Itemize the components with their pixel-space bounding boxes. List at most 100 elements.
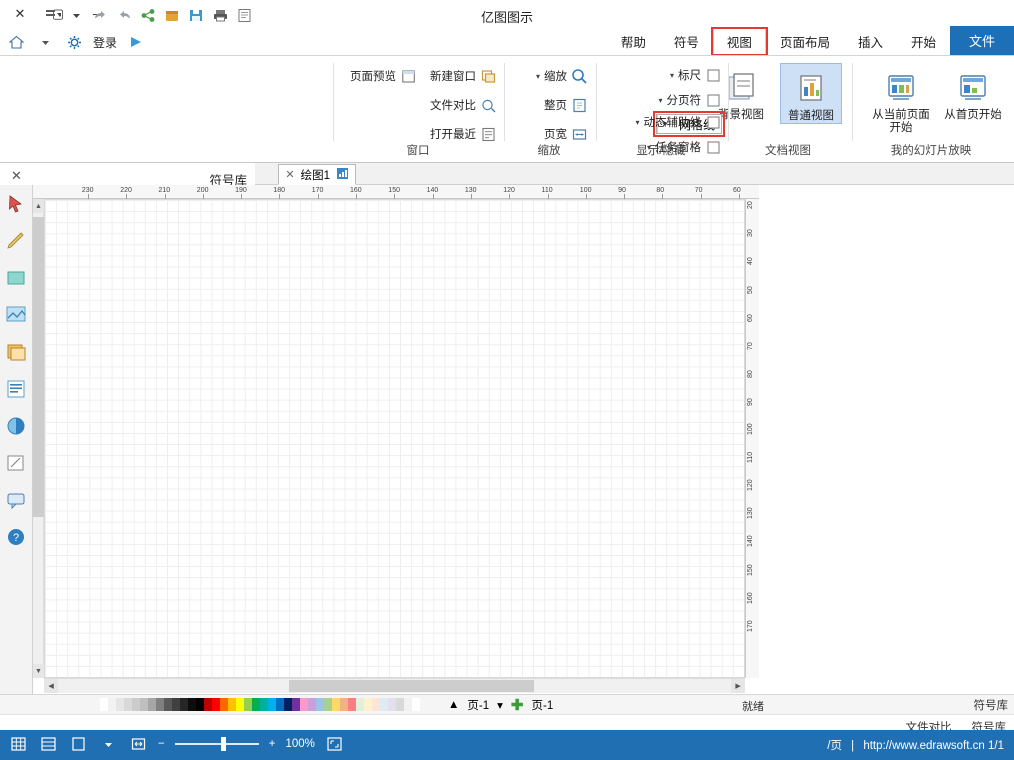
palette-swatch[interactable] [364,698,372,711]
scroll-up-icon[interactable]: ▲ [33,199,44,213]
palette-swatch[interactable] [116,698,124,711]
palette-swatch[interactable] [396,698,404,711]
zoom-slider-thumb[interactable] [220,737,226,751]
scroll-down-icon[interactable]: ▼ [33,664,44,678]
fit-page-button[interactable]: 整页 [536,94,588,116]
palette-swatch[interactable] [212,698,220,711]
fit-icon[interactable] [128,734,148,754]
palette-swatch[interactable] [252,698,260,711]
help-icon[interactable]: ? [0,518,32,555]
palette-swatch[interactable] [316,698,324,711]
palette-swatch[interactable] [244,698,252,711]
palette-swatch[interactable] [332,698,340,711]
palette-swatch[interactable] [380,698,388,711]
palette-swatch[interactable] [268,698,276,711]
symbol-library-tab[interactable]: 符号库 [974,697,1009,713]
palette-swatch[interactable] [172,698,180,711]
palette-swatch[interactable] [412,698,420,711]
palette-swatch[interactable] [236,698,244,711]
close-icon[interactable]: ✕ [285,168,294,181]
save-icon[interactable] [187,6,206,24]
comment-icon[interactable] [0,481,32,518]
chevron-down-icon[interactable]: ▾ [635,118,639,127]
normal-view-button[interactable]: 普通视图 [780,63,842,124]
page-nav-caret[interactable]: ▾ [497,698,503,712]
checkbox-icon[interactable] [705,114,722,131]
dropdown-icon[interactable] [98,734,118,754]
palette-swatch[interactable] [372,698,380,711]
text-tool-icon[interactable] [0,370,32,407]
vertical-scrollbar[interactable]: ▲ ▼ [33,199,44,678]
page-setup-icon[interactable] [235,6,254,24]
fullscreen-icon[interactable] [325,734,345,754]
grid-view-icon[interactable] [8,734,28,754]
palette-swatch[interactable] [340,698,348,711]
pointer-tool-icon[interactable] [0,185,32,222]
gear-icon[interactable] [64,32,84,52]
palette-swatch[interactable] [276,698,284,711]
palette-swatch[interactable] [188,698,196,711]
page-tab-prev[interactable]: 页-1 [531,697,553,713]
ruler-toggle[interactable]: 标尺 ▾ [656,64,722,86]
zoom-in-label[interactable]: + [269,738,276,750]
tab-start[interactable]: 开始 [897,28,950,55]
page-tab-next[interactable]: 页-1 [467,697,489,713]
share-icon[interactable] [139,6,158,24]
palette-swatch[interactable] [300,698,308,711]
export-icon[interactable] [163,6,182,24]
palette-swatch[interactable] [308,698,316,711]
new-window-button[interactable]: 新建窗口 [430,65,497,87]
palette-swatch[interactable] [100,698,108,711]
shape-tool-icon[interactable] [0,259,32,296]
tab-insert[interactable]: 插入 [844,28,897,55]
palette-swatch[interactable] [388,698,396,711]
palette-swatch[interactable] [228,698,236,711]
palette-swatch[interactable] [284,698,292,711]
palette-swatch[interactable] [348,698,356,711]
close-icon[interactable]: ✕ [11,168,22,184]
palette-swatch[interactable] [140,698,148,711]
connector-tool-icon[interactable] [0,296,32,333]
dynamic-guide-toggle[interactable]: 动态辅助线 ▾ [635,111,722,133]
horizontal-scrollbar[interactable]: ◀ ▶ [44,678,745,693]
compare-files-button[interactable]: 文件对比 [430,94,497,116]
color-palette[interactable] [100,698,420,711]
drawing-sheet[interactable] [44,199,745,678]
tab-help[interactable]: 帮助 [607,28,660,55]
palette-swatch[interactable] [292,698,300,711]
palette-swatch[interactable] [260,698,268,711]
zoom-button[interactable]: 缩放 ▾ [536,65,588,87]
palette-swatch[interactable] [124,698,132,711]
slideshow-from-start-button[interactable]: 从首页开始 [942,63,1004,135]
palette-swatch[interactable] [132,698,140,711]
tab-symbol[interactable]: 符号 [660,28,713,55]
palette-swatch[interactable] [220,698,228,711]
add-page-icon[interactable]: ✚ [511,696,524,714]
home-icon[interactable] [6,32,26,52]
palette-swatch[interactable] [156,698,164,711]
pencil-icon[interactable] [0,444,32,481]
palette-swatch[interactable] [404,698,412,711]
zoom-slider[interactable] [174,734,259,754]
tab-file[interactable]: 文件 [949,26,1014,55]
palette-swatch[interactable] [196,698,204,711]
theme-icon[interactable] [0,407,32,444]
palette-swatch[interactable] [180,698,188,711]
checkbox-icon[interactable] [705,67,722,84]
canvas-area[interactable]: 60 70 80 90 100 110 120 130 140 150 160 170 180 190 20… [33,185,759,694]
slideshow-from-current-button[interactable]: 从当前页面开始 [870,63,932,135]
checkbox-icon[interactable] [705,92,722,109]
page-view-icon[interactable] [68,734,88,754]
chevron-down-icon[interactable]: ▾ [536,72,540,81]
redo-icon[interactable] [91,6,110,24]
chevron-down-icon[interactable]: ▾ [670,71,674,80]
play-icon[interactable] [126,32,146,52]
chevron-down-icon[interactable] [35,32,55,52]
scroll-left-icon[interactable]: ◀ [44,679,58,693]
print-icon[interactable] [211,6,230,24]
page-nav-up-icon[interactable]: ▲ [448,699,459,711]
palette-swatch[interactable] [164,698,172,711]
pen-tool-icon[interactable] [0,222,32,259]
tab-page-layout[interactable]: 页面布局 [766,28,844,55]
customize-qat-icon[interactable] [43,6,62,24]
